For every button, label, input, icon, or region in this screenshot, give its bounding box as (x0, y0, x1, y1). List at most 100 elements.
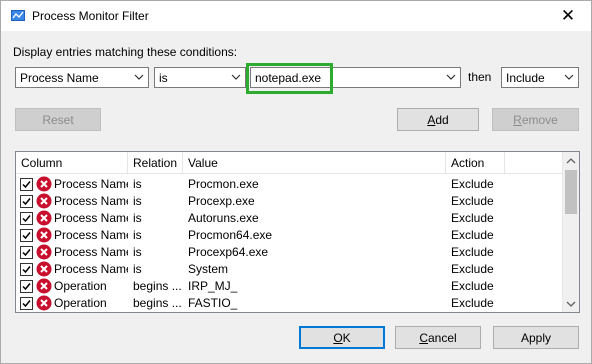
row-value: Procmon64.exe (188, 228, 273, 242)
exclude-icon (36, 227, 52, 243)
exclude-icon (36, 278, 52, 294)
checkmark-icon (22, 215, 31, 223)
chevron-down-icon (231, 74, 241, 80)
chevron-down-icon (134, 74, 144, 80)
action-select-value: Include (506, 70, 545, 85)
close-icon: ✕ (560, 6, 576, 25)
row-value: Procmon.exe (188, 177, 259, 191)
row-relation: is (133, 177, 142, 191)
row-enabled-checkbox[interactable] (20, 212, 33, 225)
apply-button[interactable]: Apply (493, 326, 579, 349)
add-button-accel: A (427, 112, 436, 127)
filter-list[interactable]: Column Relation Value Action Process Nam… (15, 151, 580, 313)
table-row[interactable]: Process Name is Autoruns.exe Exclude (16, 210, 564, 227)
row-enabled-checkbox[interactable] (20, 246, 33, 259)
table-row[interactable]: Process Name is Procexp.exe Exclude (16, 193, 564, 210)
add-button-label: dd (435, 112, 449, 127)
reset-button-label: Reset (42, 112, 74, 127)
value-highlight-box (246, 63, 333, 94)
row-action: Exclude (451, 245, 494, 259)
close-button[interactable]: ✕ (545, 1, 591, 31)
relation-select[interactable]: is (154, 67, 246, 88)
relation-header[interactable]: Relation (128, 152, 183, 174)
table-row[interactable]: Operation begins ... IRP_MJ_ Exclude (16, 278, 564, 295)
exclude-icon (36, 193, 52, 209)
row-enabled-checkbox[interactable] (20, 297, 33, 310)
row-relation: begins ... (133, 279, 182, 293)
row-enabled-checkbox[interactable] (20, 263, 33, 276)
cancel-button[interactable]: Cancel (395, 326, 481, 349)
row-value: IRP_MJ_ (188, 279, 238, 293)
conditions-prompt: Display entries matching these condition… (13, 45, 238, 59)
exclude-icon (36, 210, 52, 226)
chevron-up-icon (566, 157, 576, 163)
row-action: Exclude (451, 279, 494, 293)
apply-button-label: Apply (520, 330, 552, 345)
window-title: Process Monitor Filter (32, 9, 149, 23)
row-action: Exclude (451, 296, 494, 310)
row-relation: begins ... (133, 296, 182, 310)
row-enabled-checkbox[interactable] (20, 229, 33, 242)
row-action: Exclude (451, 211, 494, 225)
table-row[interactable]: Process Name is Procexp64.exe Exclude (16, 244, 564, 261)
row-column: Process Name (54, 177, 128, 191)
add-button[interactable]: Add (397, 108, 479, 131)
row-action: Exclude (451, 177, 494, 191)
row-column: Process Name (54, 228, 128, 242)
title-bar: Process Monitor Filter ✕ (1, 1, 591, 31)
checkmark-icon (22, 249, 31, 257)
cancel-button-label: ancel (427, 330, 457, 345)
ok-button-accel: O (333, 330, 343, 345)
scroll-down-button[interactable] (563, 295, 579, 312)
row-column: Operation (54, 296, 107, 310)
row-action: Exclude (451, 194, 494, 208)
value-header[interactable]: Value (183, 152, 446, 174)
checkmark-icon (22, 181, 31, 189)
row-column: Process Name (54, 262, 128, 276)
table-row[interactable]: Process Name is Procmon.exe Exclude (16, 176, 564, 193)
action-select[interactable]: Include (501, 67, 579, 88)
remove-button-label: emove (521, 112, 558, 127)
row-relation: is (133, 262, 142, 276)
action-header[interactable]: Action (446, 152, 505, 174)
column-header[interactable]: Column (16, 152, 128, 174)
row-column: Operation (54, 279, 107, 293)
table-row[interactable]: Process Name is System Exclude (16, 261, 564, 278)
process-monitor-filter-dialog: Process Monitor Filter ✕ Display entries… (0, 0, 592, 364)
checkmark-icon (22, 266, 31, 274)
table-row[interactable]: Operation begins ... FASTIO_ Exclude (16, 295, 564, 312)
scroll-up-button[interactable] (563, 152, 579, 169)
checkmark-icon (22, 283, 31, 291)
column-select-value: Process Name (20, 70, 99, 85)
checkmark-icon (22, 232, 31, 240)
exclude-icon (36, 295, 52, 311)
row-value: Autoruns.exe (188, 211, 259, 225)
row-enabled-checkbox[interactable] (20, 280, 33, 293)
ok-button-label: K (342, 330, 351, 345)
scroll-thumb[interactable] (565, 170, 577, 214)
remove-button-accel: R (513, 112, 522, 127)
row-value: Procexp.exe (188, 194, 255, 208)
exclude-icon (36, 261, 52, 277)
then-label: then (468, 70, 492, 84)
column-select[interactable]: Process Name (15, 67, 149, 88)
chevron-down-icon (566, 301, 576, 307)
ok-button[interactable]: OK (299, 326, 385, 349)
process-monitor-app-icon (11, 10, 25, 21)
reset-button[interactable]: Reset (15, 108, 101, 131)
row-column: Process Name (54, 194, 128, 208)
row-action: Exclude (451, 262, 494, 276)
row-relation: is (133, 245, 142, 259)
checkmark-icon (22, 198, 31, 206)
row-enabled-checkbox[interactable] (20, 178, 33, 191)
row-column: Process Name (54, 211, 128, 225)
vertical-scrollbar[interactable] (562, 152, 579, 312)
table-row[interactable]: Process Name is Procmon64.exe Exclude (16, 227, 564, 244)
list-header: Column Relation Value Action (16, 152, 564, 174)
remove-button[interactable]: Remove (492, 108, 579, 131)
row-relation: is (133, 211, 142, 225)
checkmark-icon (22, 300, 31, 308)
row-enabled-checkbox[interactable] (20, 195, 33, 208)
exclude-icon (36, 176, 52, 192)
exclude-icon (36, 244, 52, 260)
